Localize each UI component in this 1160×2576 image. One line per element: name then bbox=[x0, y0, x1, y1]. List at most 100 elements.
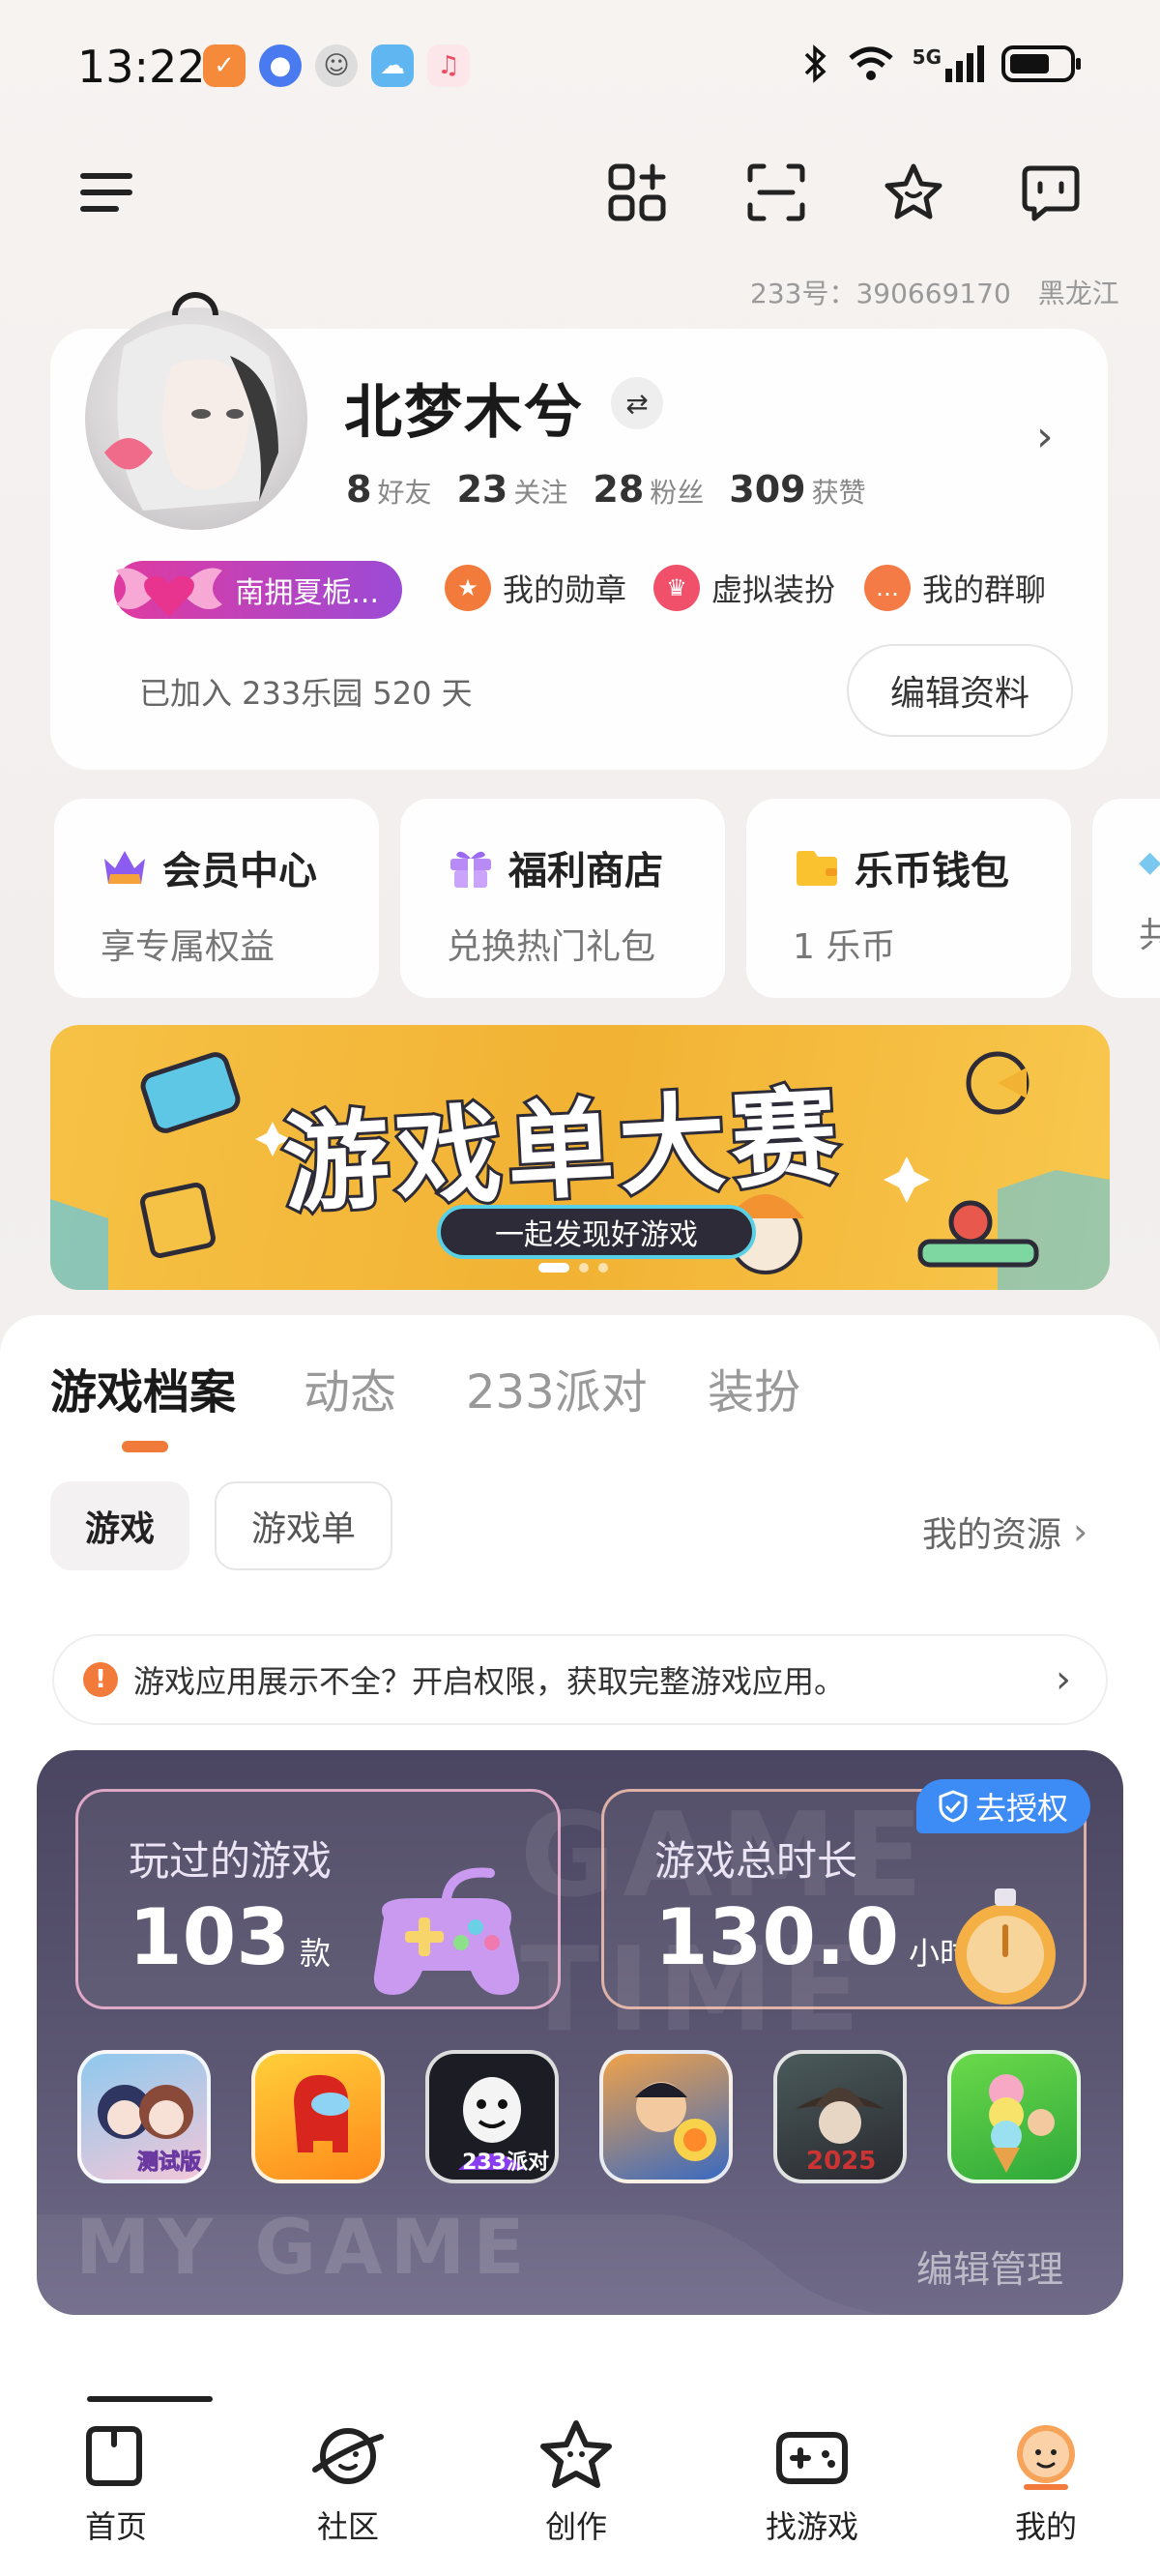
profile-stats: 8 好友 23 关注 28 粉丝 309 获赞 bbox=[346, 468, 866, 511]
wallet-icon bbox=[797, 851, 837, 886]
chip-games[interactable]: 游戏 bbox=[50, 1481, 189, 1570]
tab-233-party[interactable]: 233派对 bbox=[466, 1354, 648, 1421]
chevron-right-icon: › bbox=[1073, 1510, 1088, 1553]
nav-home-label: 首页 bbox=[84, 2508, 147, 2545]
nav-me-label: 我的 bbox=[1014, 2508, 1077, 2545]
play-time-value: 130.0 bbox=[654, 1892, 900, 1982]
title-badge-label: 南拥夏栀... bbox=[235, 576, 379, 610]
message-icon[interactable] bbox=[1017, 159, 1085, 226]
nav-create-label: 创作 bbox=[544, 2508, 607, 2545]
network-type-label: 5G bbox=[912, 45, 942, 69]
winged-heart-icon bbox=[116, 568, 222, 617]
welfare-shop-card[interactable]: 福利商店 兑换热门礼包 bbox=[400, 799, 725, 998]
avatar-notification-icon: ☺ bbox=[315, 44, 358, 87]
stat-following[interactable]: 23 关注 bbox=[456, 468, 567, 511]
game-icon-among-us[interactable] bbox=[251, 2050, 385, 2183]
nav-community[interactable]: 社区 bbox=[261, 2415, 435, 2547]
game-icon-identity-v[interactable]: 2025 bbox=[773, 2050, 907, 2183]
tab-outfit[interactable]: 装扮 bbox=[708, 1354, 800, 1421]
more-feature-card[interactable]: ◆ 共 bbox=[1092, 799, 1160, 998]
my-medals-link[interactable]: ★ 我的勋章 bbox=[445, 565, 626, 611]
page-dot-active bbox=[538, 1263, 569, 1273]
games-played-label: 玩过的游戏 bbox=[129, 1837, 333, 1885]
group-chat-icon: … bbox=[864, 565, 911, 611]
games-played-value: 103 bbox=[129, 1892, 290, 1982]
battery-icon bbox=[1001, 45, 1081, 82]
game-icon-sakura-school[interactable]: 测试版 bbox=[77, 2050, 211, 2183]
tab-moments[interactable]: 动态 bbox=[304, 1354, 396, 1421]
stat-label: 粉丝 bbox=[650, 477, 705, 509]
game-list-contest-banner[interactable]: 游戏单大赛 一起发现好游戏 bbox=[50, 1025, 1110, 1290]
stat-likes[interactable]: 309 获赞 bbox=[729, 468, 865, 511]
virtual-outfit-link[interactable]: ♛ 虚拟装扮 bbox=[653, 565, 835, 611]
star-icon[interactable] bbox=[880, 159, 947, 226]
edit-manage-button[interactable]: 编辑管理 bbox=[916, 2239, 1063, 2293]
profile-chevron-right-icon[interactable]: › bbox=[1036, 412, 1054, 461]
hero-icon bbox=[635, 2082, 716, 2161]
games-played-unit: 款 bbox=[300, 1935, 332, 1972]
nav-create[interactable]: 创作 bbox=[489, 2415, 663, 2547]
avatar-frame-ornament-icon bbox=[172, 292, 218, 315]
stat-value: 8 bbox=[346, 468, 372, 511]
warning-icon: ! bbox=[83, 1662, 118, 1697]
stat-label: 好友 bbox=[377, 477, 432, 509]
authorize-button[interactable]: 去授权 bbox=[916, 1779, 1090, 1833]
avatar[interactable] bbox=[85, 307, 307, 530]
vip-center-card[interactable]: 会员中心 享专属权益 bbox=[54, 799, 379, 998]
region-label: 黑龙江 bbox=[1037, 278, 1119, 309]
game-icon-label: 测试版 bbox=[136, 2151, 201, 2176]
nav-find-games[interactable]: 找游戏 bbox=[725, 2415, 899, 2547]
apps-add-icon[interactable] bbox=[603, 159, 671, 226]
crown-icon bbox=[104, 851, 145, 884]
coin-wallet-balance: 1 乐币 bbox=[793, 927, 896, 967]
status-system-icons: 5G bbox=[800, 43, 1083, 85]
username: 北梦木兮 bbox=[344, 379, 584, 447]
tab-game-archive[interactable]: 游戏档案 bbox=[50, 1354, 236, 1421]
gamepad-icon bbox=[373, 1867, 520, 1995]
games-played-card[interactable]: 玩过的游戏 103 款 bbox=[75, 1789, 561, 2009]
nav-me[interactable]: 我的 bbox=[959, 2415, 1133, 2547]
scan-icon[interactable] bbox=[742, 159, 810, 226]
nav-find-games-label: 找游戏 bbox=[765, 2508, 858, 2545]
nav-home[interactable]: 首页 bbox=[29, 2415, 203, 2547]
game-icon-action-hero[interactable] bbox=[599, 2050, 733, 2183]
app-notification-icon: ● bbox=[259, 44, 302, 87]
welfare-shop-title: 福利商店 bbox=[508, 849, 663, 893]
games-played-count: 103 款 bbox=[129, 1892, 331, 1982]
gift-icon bbox=[450, 851, 491, 888]
star-create-icon bbox=[540, 2420, 612, 2488]
stat-value: 28 bbox=[593, 468, 645, 511]
game-icon-233-party[interactable]: 233派对 bbox=[425, 2050, 559, 2183]
medal-icon: ★ bbox=[445, 565, 491, 611]
game-icon-label: 233派对 bbox=[462, 2151, 549, 2175]
my-resources-link[interactable]: 我的资源 › bbox=[922, 1507, 1088, 1557]
planet-icon bbox=[312, 2428, 384, 2484]
chip-game-lists[interactable]: 游戏单 bbox=[215, 1481, 392, 1570]
menu-icon[interactable] bbox=[73, 159, 141, 226]
virtual-outfit-label: 虚拟装扮 bbox=[711, 571, 836, 608]
switch-account-button[interactable]: ⇄ bbox=[611, 377, 663, 429]
play-time-label: 游戏总时长 bbox=[654, 1837, 858, 1885]
game-icon-ice-cream[interactable] bbox=[947, 2050, 1081, 2183]
stat-value: 23 bbox=[456, 468, 508, 511]
my-group-chats-link[interactable]: … 我的群聊 bbox=[864, 565, 1046, 611]
coin-wallet-card[interactable]: 乐币钱包 1 乐币 bbox=[746, 799, 1071, 998]
music-notification-icon: ♫ bbox=[427, 44, 470, 87]
stat-followers[interactable]: 28 粉丝 bbox=[593, 468, 704, 511]
permission-notice[interactable]: ! 游戏应用展示不全？开启权限，获取完整游戏应用。 › bbox=[52, 1634, 1108, 1725]
play-time-total: 130.0 小时 bbox=[654, 1892, 971, 1982]
page-dot bbox=[598, 1263, 608, 1273]
account-id: 233号：390669170 bbox=[750, 278, 1011, 309]
app-notification-icon: ✓ bbox=[203, 44, 246, 87]
edit-profile-button[interactable]: 编辑资料 bbox=[847, 644, 1073, 737]
cellular-signal-icon: 5G bbox=[913, 45, 984, 82]
stat-label: 获赞 bbox=[811, 477, 866, 509]
account-info: 233号：390669170 黑龙江 bbox=[750, 273, 1119, 311]
crewmate-icon bbox=[294, 2074, 350, 2152]
stat-friends[interactable]: 8 好友 bbox=[346, 468, 431, 511]
joined-days: 已加入 233乐园 520 天 bbox=[139, 675, 473, 712]
nav-community-label: 社区 bbox=[316, 2508, 379, 2545]
more-feature-subtitle: 共 bbox=[1139, 916, 1160, 955]
welfare-shop-subtitle: 兑换热门礼包 bbox=[447, 927, 656, 967]
gamepad-nav-icon bbox=[776, 2432, 848, 2484]
